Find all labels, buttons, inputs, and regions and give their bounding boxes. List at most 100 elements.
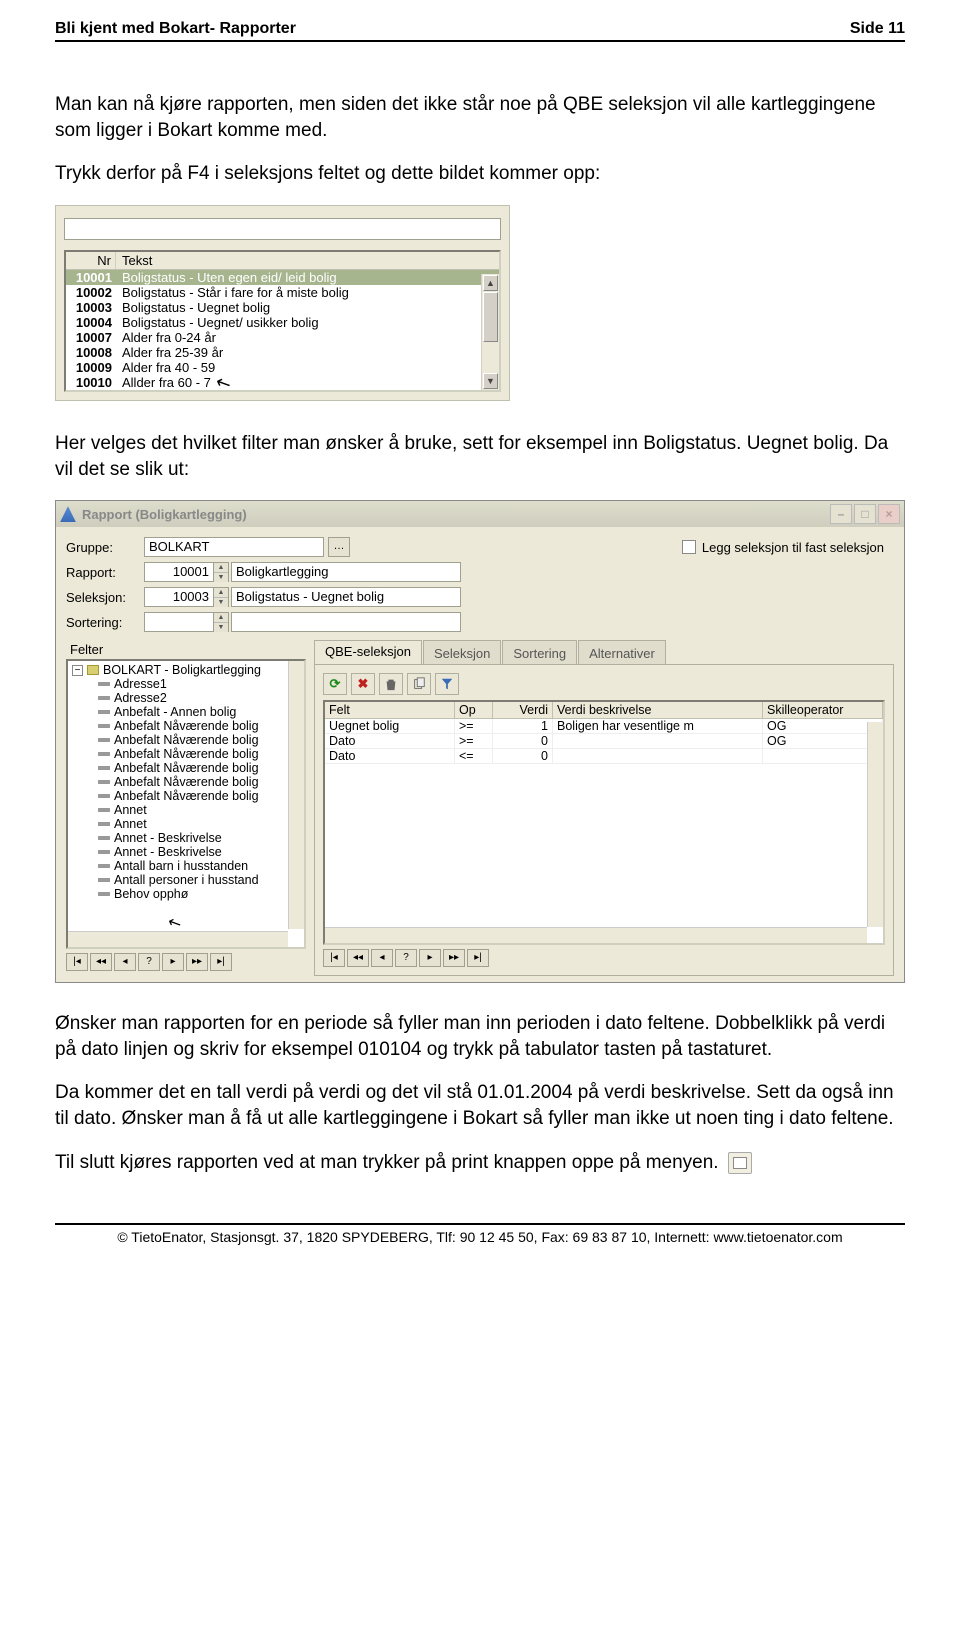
col-verdi[interactable]: Verdi (493, 702, 553, 718)
grid-nav-last-button[interactable]: ▸| (467, 949, 489, 967)
tree-item[interactable]: Annet - Beskrivelse (70, 831, 304, 845)
tree-item[interactable]: Anbefalt - Annen bolig (70, 705, 304, 719)
refresh-button[interactable]: ⟳ (323, 673, 347, 695)
tree-item[interactable]: Anbefalt Nåværende bolig (70, 719, 304, 733)
scroll-thumb[interactable] (483, 292, 498, 342)
tab-qbe-seleksjon[interactable]: QBE-seleksjon (314, 640, 422, 664)
tree-item[interactable]: Antall barn i husstanden (70, 859, 304, 873)
listbox-row[interactable]: 10004Boligstatus - Uegnet/ usikker bolig (66, 315, 499, 330)
field-icon (98, 836, 110, 840)
listbox-row[interactable]: 10003Boligstatus - Uegnet bolig (66, 300, 499, 315)
tree-hscrollbar[interactable] (68, 931, 288, 947)
listbox[interactable]: Nr Tekst 10001Boligstatus - Uten egen ei… (64, 250, 501, 392)
col-besk[interactable]: Verdi beskrivelse (553, 702, 763, 718)
scroll-up-icon[interactable]: ▲ (483, 275, 498, 291)
nav-next-button[interactable]: ▸ (162, 953, 184, 971)
seleksjon-num-field[interactable]: 10003 (144, 587, 214, 607)
rapport-num-field[interactable]: 10001 (144, 562, 214, 582)
tree-item[interactable]: Adresse2 (70, 691, 304, 705)
seleksjon-text-field[interactable]: Boligstatus - Uegnet bolig (231, 587, 461, 607)
listbox-row[interactable]: 10001Boligstatus - Uten egen eid/ leid b… (66, 270, 499, 285)
nav-nextpage-button[interactable]: ▸▸ (186, 953, 208, 971)
col-felt[interactable]: Felt (325, 702, 455, 718)
grid-row[interactable]: Dato<=0 (325, 749, 883, 764)
listbox-cell-nr: 10010 (66, 375, 116, 390)
tree-item-label: Anbefalt Nåværende bolig (114, 747, 259, 761)
grid-nav-first-button[interactable]: |◂ (323, 949, 345, 967)
tree-item[interactable]: Annet (70, 817, 304, 831)
tree-item[interactable]: Anbefalt Nåværende bolig (70, 761, 304, 775)
grid-nav-nextpage-button[interactable]: ▸▸ (443, 949, 465, 967)
grid-nav-next-button[interactable]: ▸ (419, 949, 441, 967)
close-button[interactable]: × (878, 504, 900, 524)
tree-item[interactable]: Adresse1 (70, 677, 304, 691)
rapport-spinner[interactable]: ▲▼ (214, 562, 229, 582)
col-skille[interactable]: Skilleoperator (763, 702, 883, 718)
listbox-search-field[interactable] (64, 218, 501, 240)
field-icon (98, 878, 110, 882)
grid-vscrollbar[interactable] (867, 722, 883, 927)
listbox-cell-nr: 10003 (66, 300, 116, 315)
grid-nav-help-button[interactable]: ? (395, 949, 417, 967)
tree-item[interactable]: Annet - Beskrivelse (70, 845, 304, 859)
grid-hscrollbar[interactable] (325, 927, 867, 943)
tab-alternativer[interactable]: Alternativer (578, 640, 666, 664)
listbox-row[interactable]: 10007Alder fra 0-24 år (66, 330, 499, 345)
qbe-grid[interactable]: Felt Op Verdi Verdi beskrivelse Skilleop… (323, 700, 885, 945)
fast-seleksjon-checkbox[interactable] (682, 540, 696, 554)
field-icon (98, 752, 110, 756)
tree-collapse-icon[interactable]: − (72, 665, 83, 676)
trash-button[interactable] (379, 673, 403, 695)
tree-item[interactable]: Anbefalt Nåværende bolig (70, 775, 304, 789)
filter-button[interactable] (435, 673, 459, 695)
nav-prev-button[interactable]: ◂ (114, 953, 136, 971)
listbox-header-tekst[interactable]: Tekst (116, 252, 499, 269)
sortering-num-field[interactable] (144, 612, 214, 632)
nav-last-button[interactable]: ▸| (210, 953, 232, 971)
app-icon (60, 506, 76, 522)
tab-seleksjon[interactable]: Seleksjon (423, 640, 501, 664)
listbox-scrollbar[interactable]: ▲ ▼ (481, 274, 499, 390)
nav-prevpage-button[interactable]: ◂◂ (90, 953, 112, 971)
tab-sortering[interactable]: Sortering (502, 640, 577, 664)
grid-nav-prevpage-button[interactable]: ◂◂ (347, 949, 369, 967)
listbox-row[interactable]: 10008Alder fra 25-39 år (66, 345, 499, 360)
maximize-button[interactable]: □ (854, 504, 876, 524)
tree-item[interactable]: Behov opphø (70, 887, 304, 901)
cell-besk (553, 734, 763, 748)
sortering-spinner[interactable]: ▲▼ (214, 612, 229, 632)
tree-item[interactable]: Annet (70, 803, 304, 817)
rapport-text-field[interactable]: Boligkartlegging (231, 562, 461, 582)
listbox-row[interactable]: 10009Alder fra 40 - 59 (66, 360, 499, 375)
header-page: Side 11 (850, 20, 905, 38)
tree-item[interactable]: Anbefalt Nåværende bolig (70, 789, 304, 803)
fields-tree[interactable]: − BOLKART - Boligkartlegging Adresse1Adr… (66, 659, 306, 949)
listbox-row[interactable]: 10002Boligstatus - Står i fare for å mis… (66, 285, 499, 300)
nav-help-button[interactable]: ? (138, 953, 160, 971)
tree-vscrollbar[interactable] (288, 661, 304, 929)
grid-row[interactable]: Dato>=0OG (325, 734, 883, 749)
gruppe-browse-button[interactable]: … (328, 537, 350, 557)
tree-item[interactable]: Anbefalt Nåværende bolig (70, 747, 304, 761)
tree-item[interactable]: Antall personer i husstand (70, 873, 304, 887)
scroll-down-icon[interactable]: ▼ (483, 373, 498, 389)
copy-icon (412, 677, 426, 691)
listbox-row[interactable]: 10010Allder fra 60 - 7 (66, 375, 499, 390)
seleksjon-spinner[interactable]: ▲▼ (214, 587, 229, 607)
nav-first-button[interactable]: |◂ (66, 953, 88, 971)
grid-nav-prev-button[interactable]: ◂ (371, 949, 393, 967)
copy-button[interactable] (407, 673, 431, 695)
delete-button[interactable]: ✖ (351, 673, 375, 695)
tree-item-label: Anbefalt - Annen bolig (114, 705, 236, 719)
col-op[interactable]: Op (455, 702, 493, 718)
listbox-cell-tekst: Boligstatus - Står i fare for å miste bo… (116, 285, 499, 300)
sortering-text-field[interactable] (231, 612, 461, 632)
gruppe-field[interactable]: BOLKART (144, 537, 324, 557)
tree-item-label: Anbefalt Nåværende bolig (114, 733, 259, 747)
cell-skille: OG (763, 719, 883, 733)
tree-item-label: Anbefalt Nåværende bolig (114, 761, 259, 775)
listbox-header-nr[interactable]: Nr (66, 252, 116, 269)
minimize-button[interactable]: – (830, 504, 852, 524)
grid-row[interactable]: Uegnet bolig>=1Boligen har vesentlige mO… (325, 719, 883, 734)
tree-item[interactable]: Anbefalt Nåværende bolig (70, 733, 304, 747)
